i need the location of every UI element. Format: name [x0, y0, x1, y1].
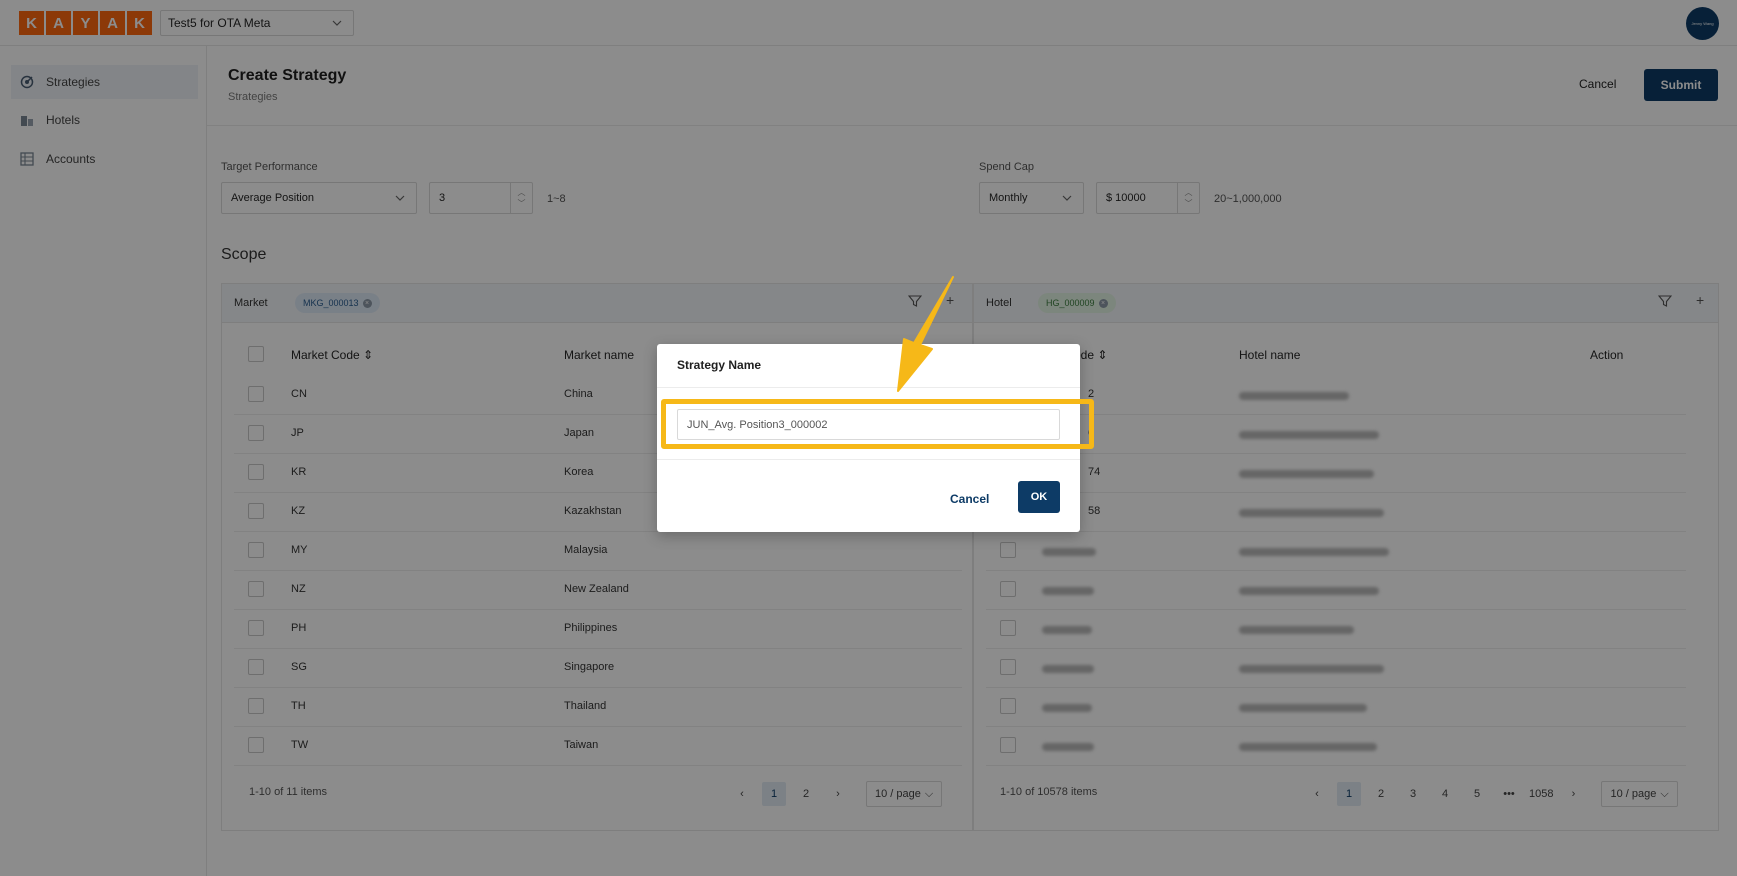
annotation-arrow-icon — [897, 276, 954, 392]
divider — [657, 459, 1080, 460]
modal-ok-button[interactable]: OK — [1018, 481, 1060, 513]
modal-cancel-button[interactable]: Cancel — [950, 492, 989, 506]
strategy-name-modal: Strategy Name Cancel OK — [657, 344, 1094, 532]
divider — [657, 387, 1080, 388]
modal-title: Strategy Name — [677, 358, 762, 372]
strategy-name-input[interactable] — [677, 409, 1060, 440]
